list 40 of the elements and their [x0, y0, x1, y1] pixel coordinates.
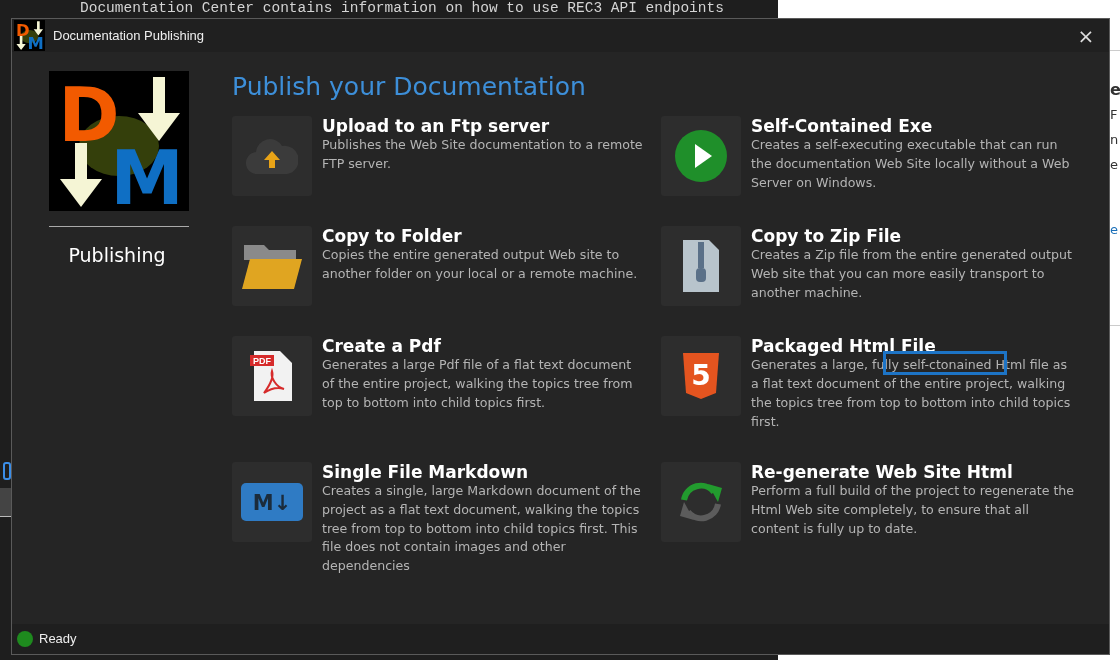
zip-file-icon: [681, 238, 721, 294]
option-description: Creates a single, large Markdown document of the project as a flat text document, walking the topics tree from top to bottom into child topics first. This file does not contain images and other dependencies: [322, 482, 641, 574]
option-tile[interactable]: [661, 116, 741, 196]
option-tile[interactable]: [661, 461, 741, 542]
play-icon: [675, 130, 727, 182]
text-fragment: e: [1110, 79, 1120, 101]
cloud-upload-icon: [246, 137, 298, 175]
text-fragment: e: [1110, 221, 1118, 239]
option-title[interactable]: Copy to Folder: [322, 226, 647, 247]
option-description: Creates a Zip file from the entire generated output Web site that you can more easily transport to another machine.: [751, 247, 1072, 300]
option-title[interactable]: Re-generate Web Site Html: [751, 461, 1076, 482]
status-text: Ready: [39, 630, 77, 649]
option-tile[interactable]: [661, 226, 741, 306]
option-description: Publishes the Web Site documentation to a remote FTP server.: [322, 137, 643, 172]
option-tile[interactable]: PDF: [232, 336, 312, 416]
option-description: Generates a large Pdf file of a flat text document of the entire project, walking the topics tree from top to bottom into child topics first.: [322, 357, 633, 410]
code-line: Documentation Center contains information on how to use REC3 API endpoints: [80, 0, 724, 17]
text-fragment: e: [1110, 156, 1118, 174]
option-title[interactable]: Copy to Zip File: [751, 226, 1076, 247]
text-fragment: F: [1110, 106, 1118, 124]
markdown-icon: M↓: [241, 482, 303, 521]
window-title: Documentation Publishing: [53, 26, 205, 45]
app-icon: D M: [14, 20, 45, 51]
option-title[interactable]: Single File Markdown: [322, 461, 647, 482]
section-label: Publishing: [68, 243, 166, 268]
option-description: Copies the entire generated output Web site to another folder on your local or a remote machine.: [322, 247, 638, 282]
logo: D M: [49, 71, 189, 211]
option-tile[interactable]: [232, 226, 312, 306]
option-title[interactable]: Upload to an Ftp server: [322, 116, 647, 137]
option-title[interactable]: Self-Contained Exe: [751, 116, 1076, 137]
panel-bar: [0, 488, 11, 517]
option-description: Perform a full build of the project to regenerate the Html Web site completely, to ensure that all content is fully up to date.: [751, 482, 1075, 536]
html5-icon: 5: [681, 353, 721, 399]
page-heading: Publish your Documentation: [232, 72, 587, 102]
option-tile[interactable]: [232, 116, 312, 196]
option-title[interactable]: Create a Pdf: [322, 336, 647, 357]
close-button[interactable]: ×: [1063, 19, 1109, 52]
option-description: Creates a self-executing executable that can run the documentation Web Site locally without a Web Server on Windows.: [751, 137, 1070, 190]
text-fragment: n: [1110, 131, 1119, 149]
option-tile[interactable]: 5: [661, 336, 741, 416]
